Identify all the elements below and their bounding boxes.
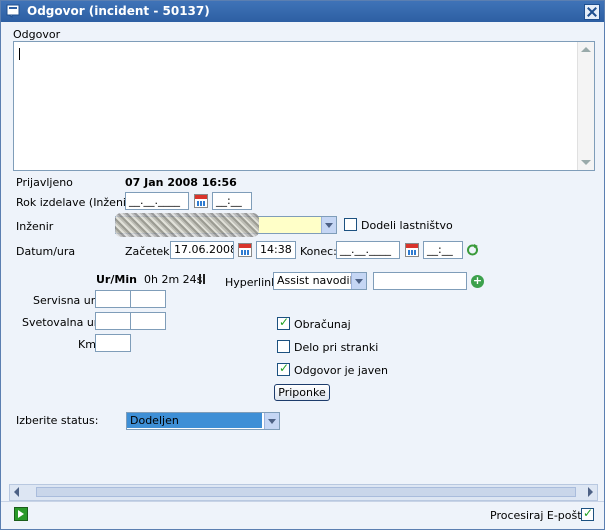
response-label: Odgovor (13, 28, 61, 41)
datetime-label: Datum/ura (16, 245, 76, 258)
scroll-right-icon[interactable] (588, 487, 593, 497)
hyperlink-url-input[interactable] (373, 272, 467, 290)
attachments-button[interactable]: Priponke (274, 384, 330, 401)
redacted-engineer-name (115, 213, 259, 237)
timer-header: Ur/Min (96, 273, 137, 286)
scroll-up-icon[interactable] (581, 47, 591, 52)
deadline-time-input[interactable]: __:__ (212, 192, 252, 210)
pause-icon[interactable] (198, 274, 206, 284)
chevron-down-icon[interactable] (264, 413, 279, 429)
deadline-date-input[interactable]: __.__.____ (125, 192, 189, 210)
textarea-scrollbar[interactable] (577, 42, 594, 170)
consulting-minutes-input[interactable] (130, 312, 166, 330)
consulting-hours-label: Svetovalna ura (22, 316, 106, 329)
chevron-down-icon[interactable] (351, 273, 366, 289)
dialog-window: Odgovor (incident - 50137) Odgovor Prija… (0, 0, 605, 530)
end-date-input[interactable]: __.__.____ (336, 241, 400, 259)
refresh-icon[interactable] (466, 243, 479, 257)
add-icon[interactable]: + (471, 275, 484, 288)
process-email-label: Procesiraj E-pošto (490, 509, 589, 522)
horizontal-scrollbar[interactable] (9, 484, 598, 501)
go-arrow-icon[interactable] (14, 507, 28, 521)
consulting-hours-input[interactable] (95, 312, 131, 330)
end-calendar-icon[interactable] (405, 243, 419, 257)
process-email-checkbox[interactable] (581, 506, 594, 521)
end-label: Konec: (300, 245, 337, 258)
assign-ownership-checkbox[interactable] (344, 218, 357, 231)
engineer-label: Inženir (16, 220, 54, 233)
hyperlink-label: Hyperlink (225, 276, 278, 289)
window-icon (6, 4, 20, 18)
billable-label: Obračunaj (294, 318, 351, 331)
km-input[interactable] (95, 334, 131, 352)
window-title: Odgovor (incident - 50137) (27, 4, 210, 18)
service-hours-input[interactable] (95, 290, 131, 308)
end-time-input[interactable]: __:__ (423, 241, 463, 259)
status-select[interactable]: Dodeljen (126, 412, 280, 430)
km-label: Km (78, 338, 96, 351)
start-date-input[interactable]: 17.06.2008 (170, 241, 234, 259)
onsite-work-checkbox[interactable] (277, 340, 290, 353)
public-response-checkbox[interactable] (277, 361, 290, 376)
close-icon[interactable] (584, 4, 600, 20)
deadline-calendar-icon[interactable] (194, 194, 208, 208)
title-bar[interactable]: Odgovor (incident - 50137) (1, 1, 604, 22)
response-textarea[interactable] (13, 41, 595, 171)
start-time-input[interactable]: 14:38 (256, 241, 296, 259)
scroll-thumb[interactable] (36, 487, 576, 497)
hyperlink-select[interactable]: Assist navodila (273, 272, 367, 290)
scroll-left-icon[interactable] (14, 487, 19, 497)
onsite-work-label: Delo pri stranki (294, 341, 379, 354)
footer-divider (1, 501, 604, 502)
timer-elapsed: 0h 2m 24s (144, 273, 203, 286)
start-calendar-icon[interactable] (238, 243, 252, 257)
status-selected: Dodeljen (127, 413, 262, 428)
text-cursor (19, 48, 20, 60)
service-hours-label: Servisna ura (33, 294, 103, 307)
billable-checkbox[interactable] (277, 315, 290, 330)
start-label: Začetek: (125, 245, 174, 258)
public-response-label: Odgovor je javen (294, 364, 388, 377)
reported-value: 07 Jan 2008 16:56 (125, 176, 237, 189)
service-minutes-input[interactable] (130, 290, 166, 308)
status-label: Izberite status: (16, 414, 99, 427)
chevron-down-icon[interactable] (321, 217, 336, 233)
scroll-down-icon[interactable] (581, 160, 591, 165)
hyperlink-selected: Assist navodila (277, 274, 360, 287)
deadline-label: Rok izdelave (Inženir) (16, 196, 135, 209)
assign-ownership-label: Dodeli lastništvo (361, 219, 453, 232)
reported-label: Prijavljeno (16, 176, 73, 189)
